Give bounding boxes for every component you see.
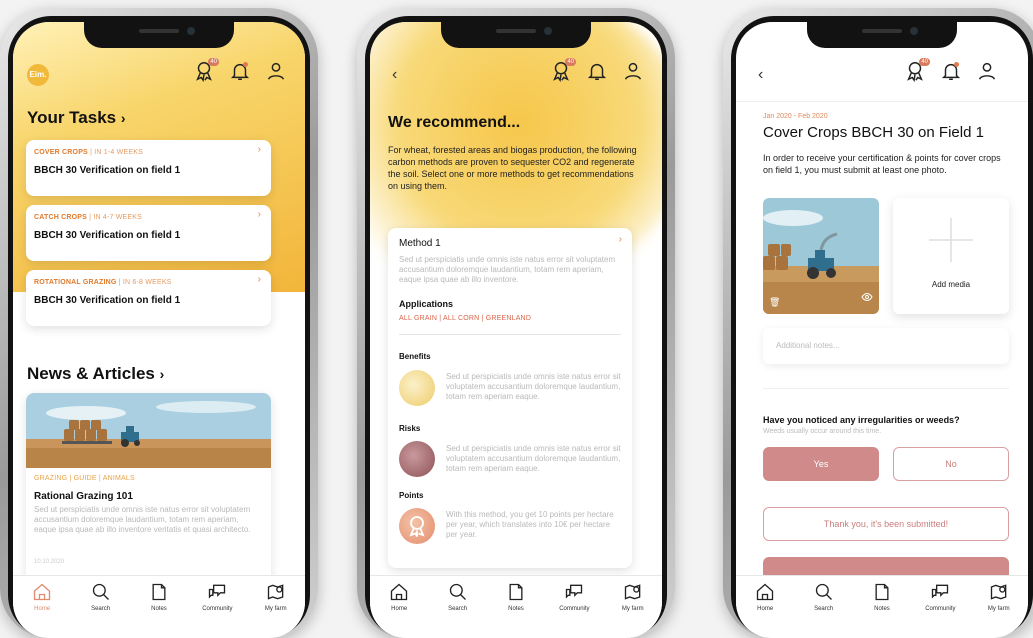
tab-my-farm[interactable]: My farm <box>251 582 301 638</box>
article-title: Rational Grazing 101 <box>34 491 133 502</box>
phone-frame-2: ‹ 40 We recommend... For wheat, forested… <box>357 8 675 638</box>
tab-home[interactable]: Home <box>740 582 790 638</box>
tab-search[interactable]: Search <box>799 582 849 638</box>
plus-icon <box>929 218 973 267</box>
tab-bar: Home Search Notes Community My farm <box>13 575 305 638</box>
intro-text: For wheat, forested areas and biogas pro… <box>388 145 637 191</box>
chevron-right-icon: › <box>257 274 261 285</box>
tab-search[interactable]: Search <box>433 582 483 638</box>
task-title: BBCH 30 Verification on field 1 <box>34 165 181 176</box>
article-date: 10.10.2020 <box>34 559 65 565</box>
profile-icon[interactable] <box>976 60 998 82</box>
yes-button[interactable]: Yes <box>763 447 879 481</box>
bell-icon[interactable] <box>586 60 608 82</box>
tab-community[interactable]: Community <box>915 582 965 638</box>
method-title: Method 1 <box>399 238 441 249</box>
tab-my-farm[interactable]: My farm <box>608 582 658 638</box>
applications-label: Applications <box>399 299 454 309</box>
article-excerpt: Sed ut perspiciatis unde omnis iste natu… <box>34 505 251 534</box>
tab-home[interactable]: Home <box>17 582 67 638</box>
trash-icon[interactable]: 🗑 <box>769 297 780 308</box>
phone-frame-3: ‹ 40 Jan 2020 - Feb 2020 Cover Crops BBC… <box>723 8 1033 638</box>
task-title: BBCH 30 Verification on field 1 <box>34 230 181 241</box>
points-text: With this method, you get 10 points per … <box>446 510 614 539</box>
method-card[interactable]: Method 1 › Sed ut perspiciatis unde omni… <box>388 228 632 568</box>
notes-placeholder: Additional notes... <box>776 341 840 350</box>
screen-submit: ‹ 40 Jan 2020 - Feb 2020 Cover Crops BBC… <box>736 22 1028 638</box>
header-divider <box>736 101 1028 102</box>
screen-tasks: Eim. 40 Your Tasks › COVER CROPS | IN 1-… <box>13 22 305 638</box>
app-logo[interactable]: Eim. <box>27 64 49 86</box>
uploaded-photo[interactable]: 🗑 <box>763 198 879 314</box>
tab-bar: Home Search Notes Community My farm <box>370 575 662 638</box>
points-label: Points <box>399 491 424 500</box>
rewards-icon[interactable]: 40 <box>193 58 219 83</box>
news-heading[interactable]: News & Articles › <box>27 364 164 384</box>
question-text: Have you noticed any irregularities or w… <box>763 415 960 425</box>
rewards-badge: 40 <box>919 58 930 66</box>
points-icon <box>399 508 435 544</box>
date-range: Jan 2020 - Feb 2020 <box>763 113 828 120</box>
chevron-right-icon: › <box>257 209 261 220</box>
page-title: Cover Crops BBCH 30 on Field 1 <box>763 124 984 141</box>
task-card[interactable]: CATCH CROPS | IN 4-7 WEEKS BBCH 30 Verif… <box>26 205 271 261</box>
risks-label: Risks <box>399 424 421 433</box>
profile-icon[interactable] <box>622 60 644 82</box>
divider <box>399 334 621 335</box>
chevron-right-icon: › <box>618 234 622 245</box>
benefits-text: Sed ut perspiciatis unde omnis iste natu… <box>446 372 621 401</box>
tab-bar: Home Search Notes Community My farm <box>736 575 1028 638</box>
intro-text: In order to receive your certification &… <box>763 153 1001 175</box>
bell-icon[interactable] <box>229 60 251 82</box>
add-media-label: Add media <box>931 280 971 289</box>
applications-list: ALL GRAIN | ALL CORN | GREENLAND <box>399 315 532 322</box>
back-button[interactable]: ‹ <box>758 66 763 84</box>
tab-community[interactable]: Community <box>549 582 599 638</box>
method-description: Sed ut perspiciatis unde omnis iste natu… <box>399 255 616 284</box>
tab-community[interactable]: Community <box>192 582 242 638</box>
rewards-icon[interactable]: 40 <box>550 58 576 83</box>
submitted-message: Thank you, it's been submitted! <box>763 507 1009 541</box>
tab-search[interactable]: Search <box>76 582 126 638</box>
notes-input[interactable]: Additional notes... <box>763 328 1009 364</box>
profile-icon[interactable] <box>265 60 287 82</box>
task-card[interactable]: ROTATIONAL GRAZING | IN 6-8 WEEKS BBCH 3… <box>26 270 271 326</box>
rewards-badge: 40 <box>208 58 219 66</box>
task-title: BBCH 30 Verification on field 1 <box>34 295 181 306</box>
page-title: We recommend... <box>388 114 521 131</box>
article-image <box>26 393 271 468</box>
tab-notes[interactable]: Notes <box>857 582 907 638</box>
risks-icon <box>399 441 435 477</box>
eye-icon[interactable] <box>861 290 873 308</box>
chevron-right-icon: › <box>257 144 261 155</box>
phone-frame-1: Eim. 40 Your Tasks › COVER CROPS | IN 1-… <box>0 8 318 638</box>
tab-my-farm[interactable]: My farm <box>974 582 1024 638</box>
question-subtext: Weeds usually occur around this time. <box>763 428 882 435</box>
back-button[interactable]: ‹ <box>392 66 397 84</box>
task-card[interactable]: COVER CROPS | IN 1-4 WEEKS BBCH 30 Verif… <box>26 140 271 196</box>
submit-button[interactable] <box>763 557 1009 577</box>
tasks-heading[interactable]: Your Tasks › <box>27 108 126 128</box>
benefits-icon <box>399 370 435 406</box>
rewards-badge: 40 <box>565 58 576 66</box>
rewards-icon[interactable]: 40 <box>904 58 930 83</box>
bell-icon[interactable] <box>940 60 962 82</box>
divider <box>763 388 1009 389</box>
tab-notes[interactable]: Notes <box>491 582 541 638</box>
add-media-button[interactable]: Add media <box>893 198 1009 314</box>
no-button[interactable]: No <box>893 447 1009 481</box>
benefits-label: Benefits <box>399 352 431 361</box>
tab-notes[interactable]: Notes <box>134 582 184 638</box>
screen-recommend: ‹ 40 We recommend... For wheat, forested… <box>370 22 662 638</box>
article-tags: GRAZING | GUIDE | ANIMALS <box>34 475 135 482</box>
article-card[interactable]: GRAZING | GUIDE | ANIMALS Rational Grazi… <box>26 393 271 583</box>
tab-home[interactable]: Home <box>374 582 424 638</box>
risks-text: Sed ut perspiciatis unde omnis iste natu… <box>446 444 621 473</box>
